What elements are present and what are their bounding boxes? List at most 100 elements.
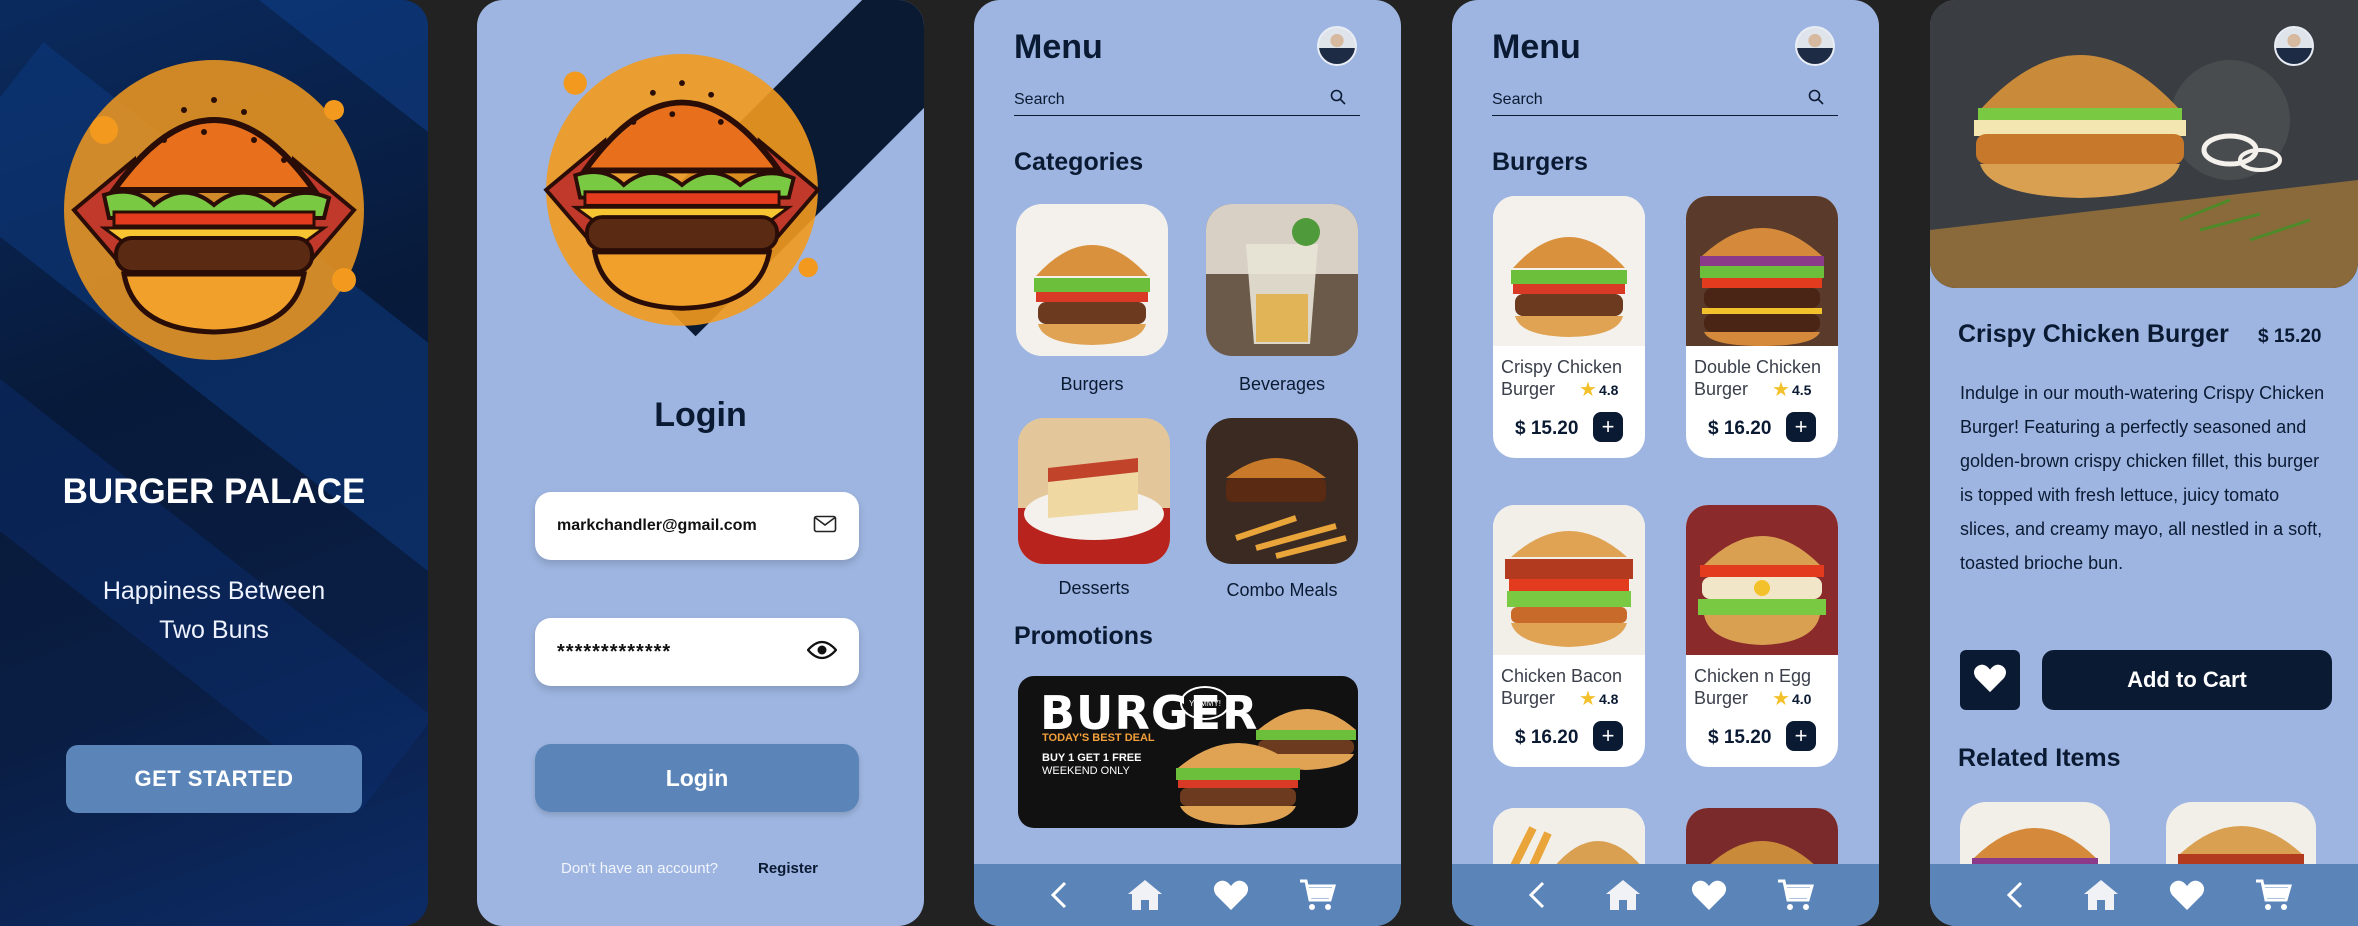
product-name: Chicken n Egg Burger [1694,666,1812,708]
password-field[interactable]: ************* [535,618,859,686]
heart-icon[interactable] [1689,875,1729,915]
login-title: Login [654,396,747,434]
product-name: Crispy Chicken Burger [1958,320,2229,348]
burger-logo [44,40,384,370]
product-rating: ★ 4.5 [1772,377,1811,402]
no-account-text: Don't have an account? [561,860,719,877]
avatar[interactable] [1795,26,1835,66]
home-icon[interactable] [2081,875,2121,915]
burger-image [2166,802,2316,872]
search-input[interactable]: Search [1492,84,1838,116]
product-card[interactable]: Chicken n Egg Burger ★ 4.0 $ 15.20 + [1686,505,1838,767]
back-icon[interactable] [1517,875,1557,915]
cart-icon[interactable] [1297,875,1337,915]
product-description: Indulge in our mouth-watering Crispy Chi… [1960,383,2325,573]
product-card[interactable]: Crispy Chicken Burger ★ 4.8 $ 15.20 + [1493,196,1645,458]
promo-subtitle: TODAY'S BEST DEAL [1042,732,1155,744]
related-item[interactable] [1960,802,2110,872]
bottom-nav [1452,864,1879,926]
promo-when: WEEKEND ONLY [1042,765,1130,777]
product-detail-screen: Crispy Chicken Burger $ 15.20 Indulge in… [1930,0,2358,926]
beverage-image [1206,204,1358,356]
category-label: Combo Meals [1226,580,1338,600]
promo-banner[interactable]: BURGER TODAY'S BEST DEAL BUY 1 GET 1 FRE… [1018,676,1358,828]
add-button[interactable]: + [1593,721,1623,751]
eye-icon[interactable] [806,640,838,665]
back-icon[interactable] [1995,875,2035,915]
combo-image [1206,418,1358,564]
product-price: $ 15.20 [1708,727,1772,748]
splash-screen: BURGER PALACE Happiness Between Two Buns… [0,0,428,926]
category-combo-meals[interactable]: Combo Meals [1206,418,1358,601]
burgers-heading: Burgers [1492,148,1588,176]
rating-value: 4.8 [1598,690,1619,707]
burger-image [1686,505,1838,655]
add-button[interactable]: + [1593,412,1623,442]
rating-value: 4.5 [1791,381,1812,398]
mail-icon [813,515,837,538]
burger-logo [517,20,847,350]
add-button[interactable]: + [1786,412,1816,442]
home-icon[interactable] [1603,875,1643,915]
rating-value: 4.8 [1598,381,1619,398]
category-burgers[interactable]: Burgers [1016,204,1168,395]
heart-icon [1973,663,2007,698]
category-desserts[interactable]: Desserts [1018,418,1170,599]
product-price: $ 16.20 [1515,727,1579,748]
heart-icon[interactable] [2167,875,2207,915]
menu-screen: Menu Search Categories Burgers Beverages… [974,0,1401,926]
heart-icon[interactable] [1211,875,1251,915]
email-value: markchandler@gmail.com [557,517,757,534]
product-price: $ 15.20 [1515,418,1579,439]
star-icon: ★ [1772,688,1790,710]
search-placeholder: Search [1492,90,1543,108]
rating-value: 4.0 [1791,690,1812,707]
product-name: Double Chicken Burger [1694,357,1822,399]
register-link[interactable]: Register [758,860,818,877]
search-icon[interactable] [1808,89,1824,110]
star-icon: ★ [1579,688,1597,710]
burger-image [1493,196,1645,346]
cart-icon[interactable] [1775,875,1815,915]
categories-heading: Categories [1014,148,1144,176]
search-input[interactable]: Search [1014,84,1360,116]
page-title: Menu [1014,28,1103,66]
search-icon[interactable] [1330,89,1346,110]
category-label: Burgers [1060,374,1124,394]
get-started-button[interactable]: GET STARTED [66,745,362,813]
product-rating: ★ 4.0 [1772,686,1811,711]
product-name: Chicken Bacon Burger [1501,666,1623,708]
dessert-image [1018,418,1170,564]
promo-burger-image [1176,709,1356,825]
promotions-heading: Promotions [1014,622,1153,650]
bottom-nav [1930,864,2358,926]
favorite-button[interactable] [1960,650,2020,710]
product-card[interactable]: Double Chicken Burger ★ 4.5 $ 16.20 + [1686,196,1838,458]
burgers-screen: Menu Search Burgers Crispy Chicken Burge… [1452,0,1879,926]
burger-image [1016,204,1168,356]
related-item[interactable] [2166,802,2316,872]
back-icon[interactable] [1039,875,1079,915]
category-label: Desserts [1058,578,1130,598]
product-rating: ★ 4.8 [1579,686,1618,711]
page-title: Menu [1492,28,1581,66]
burger-image [1686,196,1838,346]
bottom-nav [974,864,1401,926]
password-value: ************* [557,640,672,663]
promo-deal: BUY 1 GET 1 FREE [1042,752,1142,764]
star-icon: ★ [1579,379,1597,401]
category-beverages[interactable]: Beverages [1206,204,1358,395]
burger-image [1960,802,2110,872]
email-field[interactable]: markchandler@gmail.com [535,492,859,560]
product-rating: ★ 4.8 [1579,377,1618,402]
cart-icon[interactable] [2253,875,2293,915]
add-button[interactable]: + [1786,721,1816,751]
avatar[interactable] [1317,26,1357,66]
avatar[interactable] [2274,26,2314,66]
add-to-cart-button[interactable]: Add to Cart [2042,650,2332,710]
home-icon[interactable] [1125,875,1165,915]
product-card[interactable]: Chicken Bacon Burger ★ 4.8 $ 16.20 + [1493,505,1645,767]
burger-image [1493,505,1645,655]
login-button[interactable]: Login [535,744,859,812]
product-price: $ 15.20 [2258,326,2322,347]
